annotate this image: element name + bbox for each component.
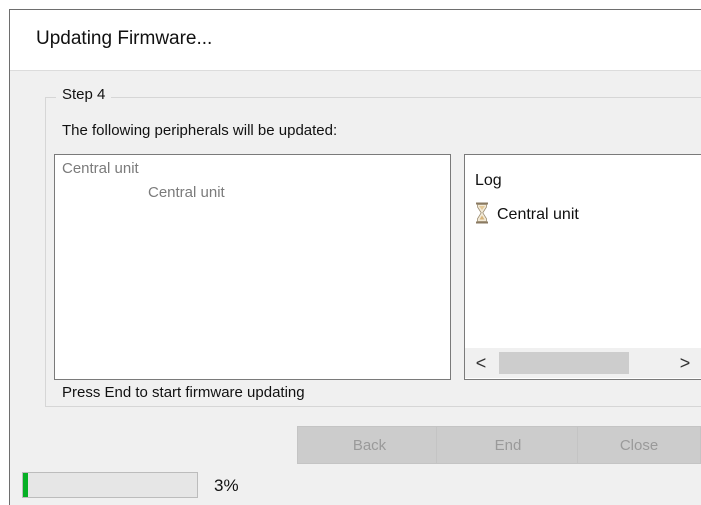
peripherals-tree[interactable]: Central unit Central unit <box>54 154 451 380</box>
log-horizontal-scrollbar[interactable]: < > <box>465 348 701 378</box>
back-button[interactable]: Back <box>297 426 442 464</box>
scroll-right-button[interactable]: > <box>677 350 693 376</box>
close-button[interactable]: Close <box>577 426 701 464</box>
step-caption: Step 4 <box>56 86 112 103</box>
tree-node[interactable]: Central unit <box>62 160 139 177</box>
log-title: Log <box>475 172 502 189</box>
status-text: Press End to start firmware updating <box>62 384 305 401</box>
progress-percent: 3% <box>214 476 239 495</box>
hourglass-icon <box>475 202 489 229</box>
log-entry: Central unit <box>475 202 579 229</box>
progress-fill <box>23 473 29 497</box>
instruction-text: The following peripherals will be update… <box>62 122 338 139</box>
progress-bar <box>22 472 198 498</box>
dialog-title: Updating Firmware... <box>36 28 213 49</box>
log-panel: Log Central unit < > <box>464 154 701 380</box>
window-frame-top <box>0 0 701 9</box>
scroll-thumb[interactable] <box>499 352 629 374</box>
dialog-header: Updating Firmware... <box>10 10 701 71</box>
end-button[interactable]: End <box>436 426 580 464</box>
window-frame-left <box>0 0 9 505</box>
log-entry-label: Central unit <box>497 206 579 223</box>
window-border-left <box>9 9 10 505</box>
tree-child-node[interactable]: Central unit <box>148 184 225 201</box>
scroll-left-button[interactable]: < <box>473 350 489 376</box>
